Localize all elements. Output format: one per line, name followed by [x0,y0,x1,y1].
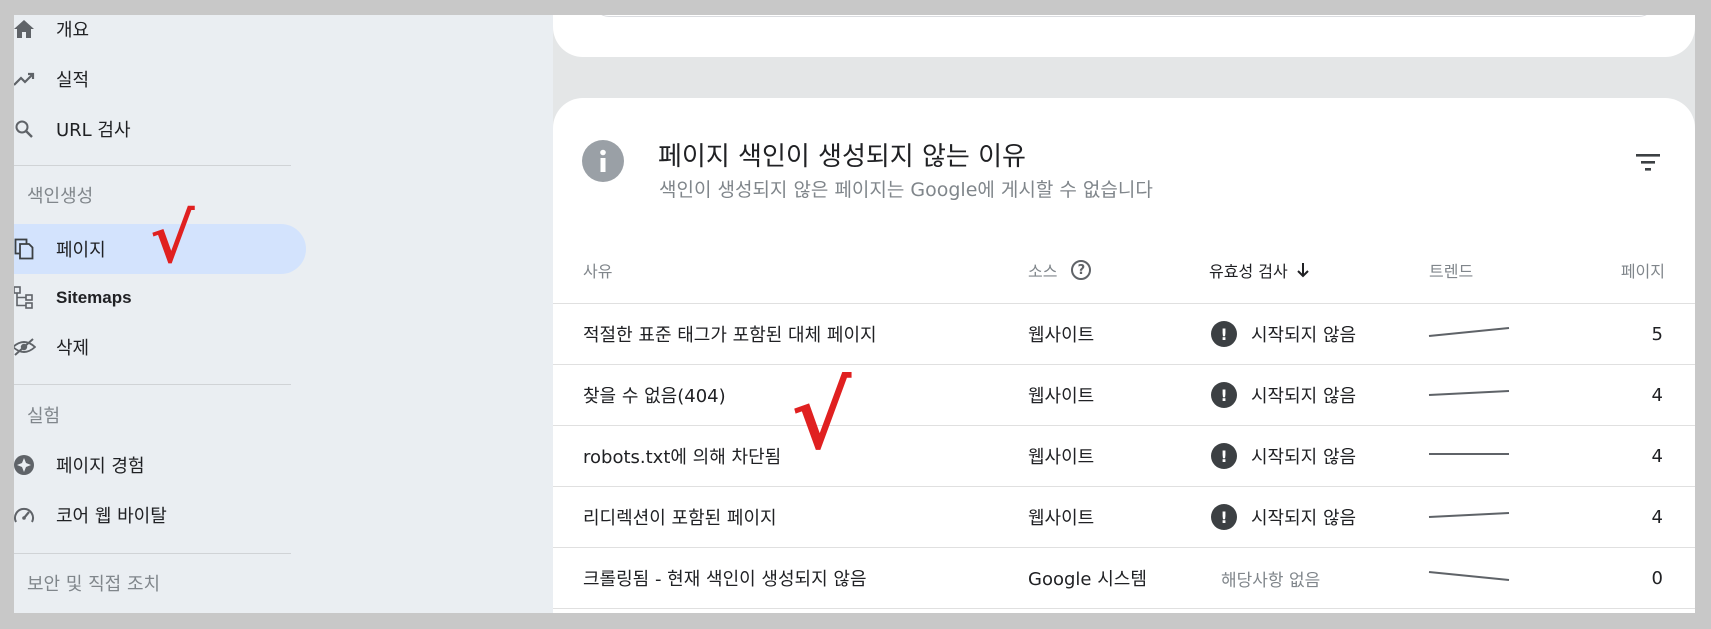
pages-count-cell: 0 [1651,567,1663,589]
column-header-validation[interactable]: 유효성 검사 [1209,258,1310,282]
screen-edge-bottom [0,613,1711,629]
nav-item-label: 페이지 경험 [56,456,145,477]
speed-gauge-icon [12,503,36,527]
column-header-trend[interactable]: 트렌드 [1429,258,1473,282]
filter-icon[interactable] [1633,150,1663,174]
card-subtitle: 색인이 생성되지 않은 페이지는 Google에 게시할 수 없습니다 [659,179,1153,201]
help-icon[interactable]: ? [1071,260,1092,280]
row-divider [553,608,1695,609]
pages-icon [12,237,36,261]
home-icon [12,17,36,41]
alert-icon: ! [1211,382,1237,408]
alert-icon: ! [1211,321,1237,347]
validation-cell: ! 시작되지 않음 [1211,304,1356,364]
reason-cell: 크롤링됨 - 현재 색인이 생성되지 않음 [583,569,867,590]
reason-cell: robots.txt에 의해 차단됨 [583,447,782,468]
source-cell: 웹사이트 [1028,508,1095,529]
screen-edge-left [0,0,14,629]
section-experiments-label: 실험 [27,406,61,427]
table-row[interactable]: 찾을 수 없음(404) 웹사이트 ! 시작되지 않음 4 [553,365,1695,425]
source-cell: 웹사이트 [1028,447,1095,468]
trending-up-icon [12,67,36,91]
column-header-label: 사유 [583,262,613,281]
nav-item-label: 개요 [56,20,90,41]
nav-item-label: 페이지 [56,240,106,261]
card-title: 페이지 색인이 생성되지 않는 이유 [658,142,1026,172]
alert-icon: ! [1211,504,1237,530]
validation-cell: ! 시작되지 않음 [1211,426,1356,486]
reason-cell: 찾을 수 없음(404) [583,386,726,407]
sidebar-divider [14,384,291,385]
validation-status: 시작되지 않음 [1251,325,1357,346]
sidebar-divider [14,553,291,554]
nav-item-label: Sitemaps [56,288,132,307]
source-cell: 웹사이트 [1028,386,1095,407]
source-cell: 웹사이트 [1028,325,1095,346]
column-header-label: 소스 [1028,262,1058,281]
column-header-label: 유효성 검사 [1209,262,1288,281]
pages-count-cell: 4 [1651,445,1663,467]
reason-cell: 리디렉션이 포함된 페이지 [583,508,777,529]
nav-item-label: 코어 웹 바이탈 [56,506,167,527]
trend-sparkline [1428,512,1510,518]
table-row[interactable]: 크롤링됨 - 현재 색인이 생성되지 않음 Google 시스템 해당사항 없음… [553,548,1695,608]
table-row[interactable]: 적절한 표준 태그가 포함된 대체 페이지 웹사이트 ! 시작되지 않음 5 [553,304,1695,364]
validation-cell: ! 시작되지 않음 [1211,365,1356,425]
arrow-down-icon [1296,262,1310,278]
trend-sparkline [1428,571,1510,581]
page-experience-icon [12,453,36,477]
nav-item-label: 실적 [56,70,90,91]
pages-count-cell: 4 [1651,506,1663,528]
section-security-label: 보안 및 직접 조치 [27,574,161,595]
info-icon [582,140,624,182]
validation-cell: ! 시작되지 않음 [1211,487,1356,547]
sidebar: 개요 실적 URL 검사 색인생성 페이지 Sitemaps 삭제 실험 페이지… [0,0,553,629]
trend-sparkline [1428,327,1510,337]
validation-cell: 해당사항 없음 [1221,570,1321,591]
removals-icon [12,335,36,359]
column-header-label: 페이지 [1620,262,1665,281]
validation-status: 시작되지 않음 [1251,508,1357,529]
validation-status: 시작되지 않음 [1251,386,1357,407]
source-cell: Google 시스템 [1028,569,1147,590]
screen-edge-right [1695,0,1711,629]
sidebar-divider [14,165,291,166]
not-indexed-reasons-card: 페이지 색인이 생성되지 않는 이유 색인이 생성되지 않은 페이지는 Goog… [553,98,1695,629]
alert-icon: ! [1211,443,1237,469]
column-header-reason[interactable]: 사유 [583,258,612,282]
pages-count-cell: 5 [1651,323,1663,345]
pages-count-cell: 4 [1651,384,1663,406]
trend-sparkline [1428,390,1510,396]
search-icon [12,117,36,141]
table-row[interactable]: 리디렉션이 포함된 페이지 웹사이트 ! 시작되지 않음 4 [553,487,1695,547]
red-checkmark-annotation: √ [791,362,852,470]
reason-cell: 적절한 표준 태그가 포함된 대체 페이지 [583,325,877,346]
column-header-pages[interactable]: 페이지 [1613,258,1665,282]
screen-edge-top [0,0,1711,15]
column-header-source[interactable]: 소스 ? [1028,258,1092,282]
section-indexing-label: 색인생성 [27,186,94,207]
nav-item-label: 삭제 [56,338,90,359]
red-checkmark-annotation: √ [150,199,195,279]
table-row[interactable]: robots.txt에 의해 차단됨 웹사이트 ! 시작되지 않음 4 [553,426,1695,486]
sitemap-icon [12,286,36,310]
trend-sparkline [1429,453,1509,455]
validation-status: 시작되지 않음 [1251,447,1357,468]
column-header-label: 트렌드 [1429,262,1474,281]
nav-item-label: URL 검사 [56,120,131,141]
